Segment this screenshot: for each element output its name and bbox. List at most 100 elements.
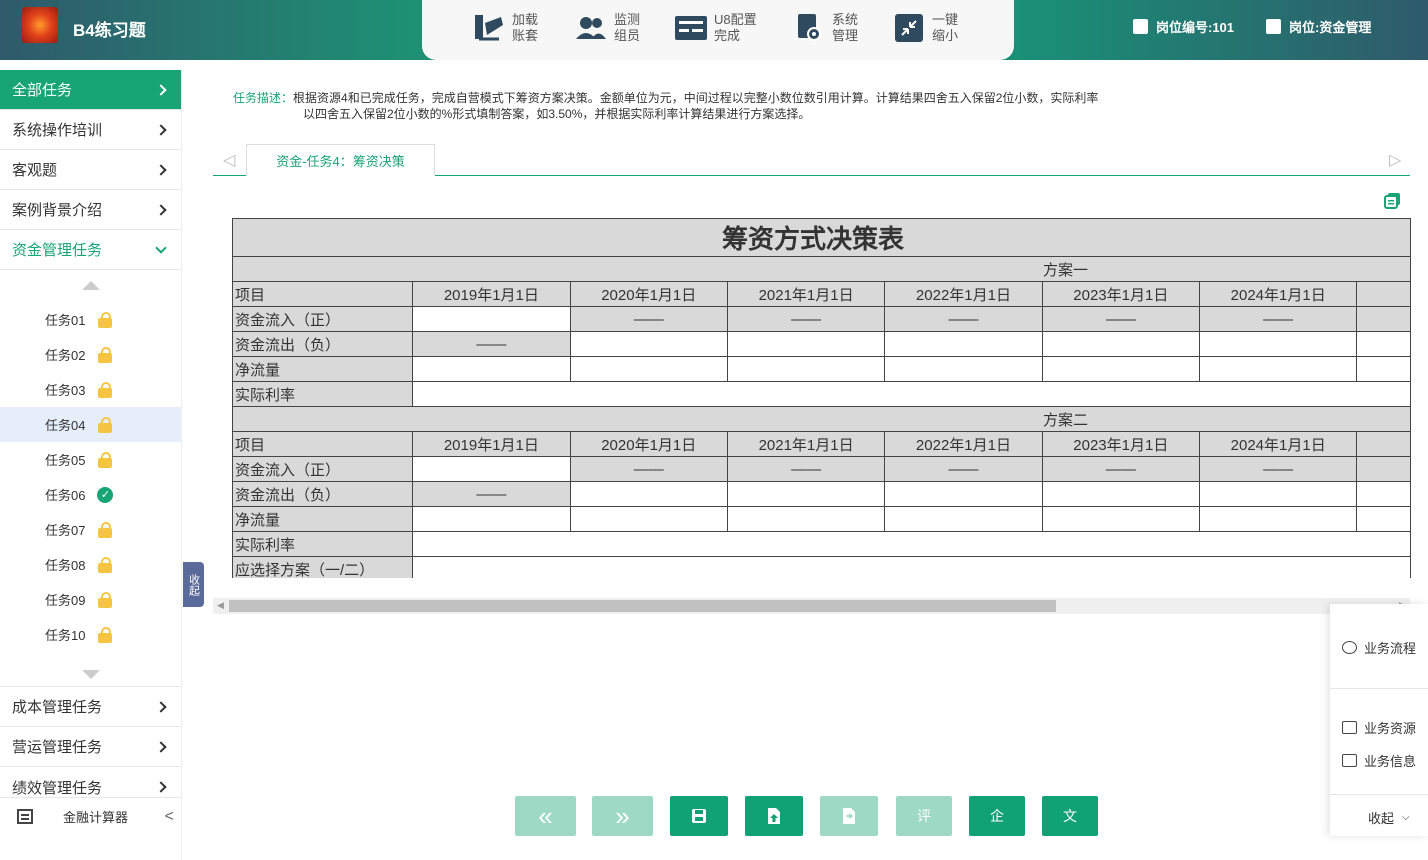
- sidebar-item-fund-tasks[interactable]: 资金管理任务: [0, 230, 181, 270]
- scroll-up-icon[interactable]: [81, 281, 100, 290]
- input-cell[interactable]: [726, 331, 886, 357]
- decision-table: 筹资方式决策表 方案一 项目 2019年1月1日 2020年1月1日 2021年…: [232, 218, 1411, 578]
- input-cell[interactable]: [1198, 506, 1358, 532]
- input-cell[interactable]: [1041, 481, 1201, 507]
- post-name: 岗位:资金管理: [1266, 17, 1371, 36]
- sidebar-item-cost-tasks[interactable]: 成本管理任务: [0, 687, 181, 727]
- sidebar-item-all-tasks[interactable]: 全部任务: [0, 70, 181, 110]
- input-cell[interactable]: [884, 506, 1043, 532]
- business-info-button[interactable]: 业务信息: [1342, 751, 1416, 770]
- task-item[interactable]: 任务09: [0, 582, 181, 617]
- business-resource-button[interactable]: 业务资源: [1342, 718, 1416, 737]
- input-cell[interactable]: [1041, 331, 1201, 357]
- post-number-label: 岗位编号:101: [1156, 20, 1235, 35]
- calculator-icon: [17, 809, 33, 824]
- top-header: B4练习题 加载 账套 监测 组员 U8配置 完成 系统 管理 一键 缩小 岗位…: [0, 0, 1428, 60]
- date-header: 2022年1月1日: [884, 281, 1043, 307]
- date-header: 2019年1月1日: [412, 431, 571, 457]
- business-info-label: 业务信息: [1364, 754, 1417, 769]
- tab-prev-icon[interactable]: ◁: [223, 150, 235, 170]
- sidebar-item-objective[interactable]: 客观题: [0, 150, 181, 190]
- copy-icon[interactable]: [1384, 192, 1401, 209]
- task-item[interactable]: 任务08: [0, 547, 181, 582]
- first-task-button[interactable]: «: [515, 796, 576, 836]
- u8-config-button[interactable]: U8配置 完成: [674, 11, 758, 45]
- lock-icon: [97, 591, 113, 608]
- input-cell[interactable]: [412, 456, 571, 482]
- rate-input-cell[interactable]: [412, 381, 1411, 407]
- rate-input-cell[interactable]: [412, 531, 1411, 557]
- input-cell[interactable]: [1198, 331, 1358, 357]
- task-item[interactable]: 任务07: [0, 512, 181, 547]
- load-ledger-button[interactable]: 加载 账套: [472, 11, 556, 45]
- next-task-button[interactable]: »: [592, 796, 653, 836]
- chevron-left-icon[interactable]: <: [165, 808, 174, 826]
- task-item[interactable]: 任务03: [0, 372, 181, 407]
- task-description-label: 任务描述：: [233, 91, 294, 105]
- lock-icon: [97, 556, 113, 573]
- financial-calculator-button[interactable]: 金融计算器 <: [0, 797, 182, 835]
- dash-cell: ——: [569, 456, 728, 482]
- lock-icon: [97, 346, 113, 363]
- choice-input-cell[interactable]: [412, 556, 1411, 578]
- input-cell[interactable]: [884, 481, 1043, 507]
- business-flow-button[interactable]: 业务流程: [1342, 638, 1416, 657]
- dash-cell: ——: [1041, 306, 1201, 332]
- tab-funding-decision[interactable]: 资金-任务4：筹资决策: [246, 144, 435, 176]
- sidebar-item-training[interactable]: 系统操作培训: [0, 110, 181, 150]
- task-item-selected[interactable]: 任务04: [0, 407, 181, 442]
- chevron-right-icon: [155, 163, 167, 176]
- input-cell[interactable]: [412, 506, 571, 532]
- input-cell[interactable]: [1041, 356, 1201, 382]
- overflow-cell: [1356, 481, 1411, 507]
- export-button[interactable]: [820, 796, 878, 836]
- load-ledger-icon: [472, 12, 506, 44]
- scroll-down-icon[interactable]: [81, 670, 100, 679]
- text-button[interactable]: 文: [1042, 796, 1098, 836]
- evaluate-button[interactable]: 评: [896, 796, 952, 836]
- sidebar-item-label: 资金管理任务: [12, 242, 103, 259]
- book-icon: [1342, 721, 1357, 734]
- input-cell[interactable]: [569, 481, 728, 507]
- save-button[interactable]: [670, 796, 728, 836]
- scroll-thumb[interactable]: [229, 600, 1056, 612]
- sidebar-item-case-background[interactable]: 案例背景介绍: [0, 190, 181, 230]
- input-cell[interactable]: [1198, 356, 1358, 382]
- input-cell[interactable]: [726, 506, 886, 532]
- tab-next-icon[interactable]: ▷: [1389, 150, 1401, 170]
- enterprise-button[interactable]: 企: [969, 796, 1025, 836]
- task-item[interactable]: 任务02: [0, 337, 181, 372]
- input-cell[interactable]: [569, 331, 728, 357]
- task-item[interactable]: 任务06 ✓: [0, 477, 181, 512]
- sidebar-collapse-button[interactable]: 收起: [183, 562, 204, 607]
- submit-button[interactable]: [745, 796, 803, 836]
- export-icon: [843, 808, 855, 824]
- input-cell[interactable]: [1041, 506, 1201, 532]
- scroll-left-icon[interactable]: ◀: [217, 600, 224, 611]
- task-item[interactable]: 任务01: [0, 302, 181, 337]
- input-cell[interactable]: [412, 356, 571, 382]
- task-description: 任务描述：根据资源4和已完成任务，完成自营模式下筹资方案决策。金额单位为元，中间…: [233, 90, 1253, 122]
- input-cell[interactable]: [412, 306, 571, 332]
- input-cell[interactable]: [569, 506, 728, 532]
- panel-collapse-button[interactable]: 收起 ⌵: [1368, 808, 1410, 827]
- system-manage-button[interactable]: 系统 管理: [792, 11, 876, 45]
- task-item[interactable]: 任务10: [0, 617, 181, 652]
- horizontal-scrollbar[interactable]: ◀ ▶: [213, 598, 1410, 614]
- task-label: 任务06: [45, 488, 86, 503]
- sidebar-item-label: 客观题: [12, 162, 58, 179]
- sidebar-item-operation-tasks[interactable]: 营运管理任务: [0, 727, 181, 767]
- monitor-members-button[interactable]: 监测 组员: [574, 11, 658, 45]
- input-cell[interactable]: [1198, 481, 1358, 507]
- input-cell[interactable]: [884, 331, 1043, 357]
- input-cell[interactable]: [726, 481, 886, 507]
- date-header: 2023年1月1日: [1041, 281, 1201, 307]
- shrink-button[interactable]: 一键 缩小: [892, 11, 976, 45]
- row-label: 资金流入（正）: [232, 456, 414, 482]
- task-item[interactable]: 任务05: [0, 442, 181, 477]
- lock-icon: [97, 311, 113, 328]
- input-cell[interactable]: [569, 356, 728, 382]
- row-label: 实际利率: [232, 531, 414, 557]
- input-cell[interactable]: [884, 356, 1043, 382]
- input-cell[interactable]: [726, 356, 886, 382]
